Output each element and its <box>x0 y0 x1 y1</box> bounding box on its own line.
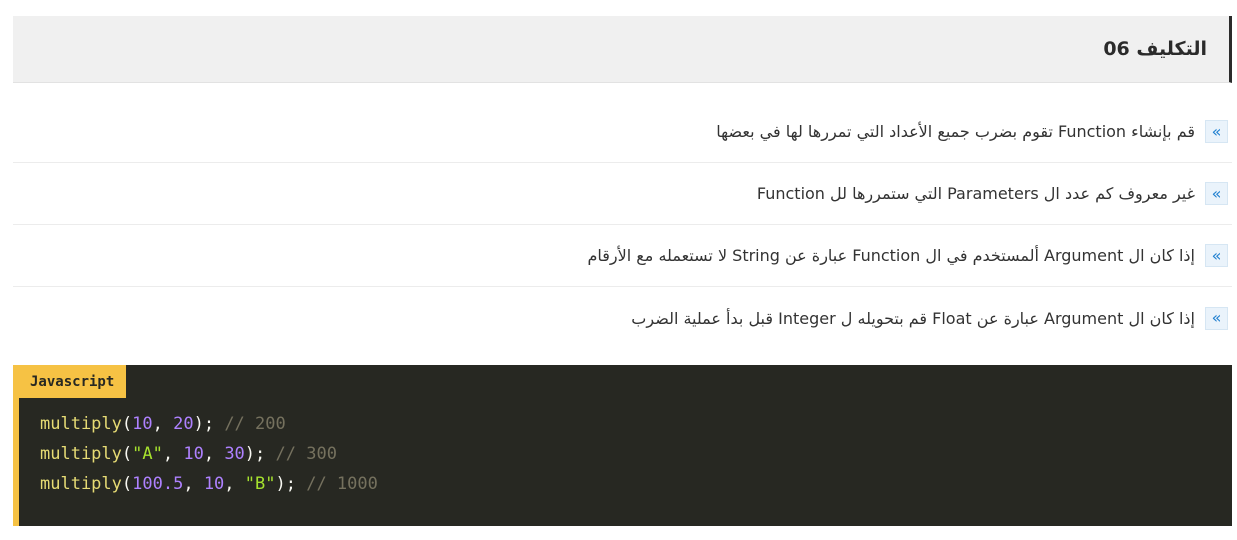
task-text: غير معروف كم عدد ال Parameters التي ستمر… <box>756 184 1195 203</box>
double-chevron-right-icon: » <box>1205 306 1228 330</box>
double-chevron-right-icon: » <box>1205 120 1228 143</box>
code-token-punctuation: ); <box>275 474 307 494</box>
code-token-punctuation: ); <box>193 414 225 434</box>
task-item: » إذا كان ال Argument عبارة عن Float قم … <box>13 287 1232 349</box>
code-content[interactable]: multiply(10, 20); // 200 multiply("A", 10… <box>40 409 378 499</box>
code-token-number-literal: 100.5 <box>132 474 184 494</box>
task-item: » قم بإنشاء Function تقوم بضرب جميع الأع… <box>13 101 1232 163</box>
code-token-number-literal: 20 <box>173 414 194 434</box>
code-token-punctuation: , <box>203 444 225 464</box>
code-token-punctuation: , <box>152 414 174 434</box>
code-token-comment: // 1000 <box>306 474 378 494</box>
code-token-function-name: multiply <box>40 414 122 434</box>
double-chevron-right-icon: » <box>1205 182 1228 205</box>
page: التكليف 06 » قم بإنشاء Function تقوم بضر… <box>0 0 1237 540</box>
code-token-punctuation: ( <box>121 444 133 464</box>
code-line: multiply(100.5, 10, "B"); // 1000 <box>40 469 378 499</box>
code-line: multiply("A", 10, 30); // 300 <box>40 439 378 469</box>
code-token-punctuation: ( <box>121 474 133 494</box>
language-label: Javascript <box>19 365 127 398</box>
code-token-string-literal: "A" <box>132 444 163 464</box>
task-text: قم بإنشاء Function تقوم بضرب جميع الأعدا… <box>716 122 1195 141</box>
code-token-comment: // 200 <box>224 414 286 434</box>
code-token-number-literal: 10 <box>183 444 204 464</box>
code-block[interactable]: Javascript multiply(10, 20); // 200 multi… <box>13 365 1232 526</box>
code-token-number-literal: 30 <box>224 444 245 464</box>
code-token-comment: // 300 <box>275 444 337 464</box>
code-token-function-name: multiply <box>40 474 122 494</box>
code-token-punctuation: ); <box>244 444 276 464</box>
task-text: إذا كان ال Argument عبارة عن Float قم بت… <box>631 308 1195 328</box>
code-token-string-literal: "B" <box>244 474 276 494</box>
code-token-punctuation: , <box>162 444 184 464</box>
task-list: » قم بإنشاء Function تقوم بضرب جميع الأع… <box>13 101 1232 349</box>
task-item: » إذا كان ال Argument ألمستخدم في ال Fun… <box>13 225 1232 287</box>
assignment-title: التكليف 06 <box>1103 38 1207 60</box>
code-token-punctuation: ( <box>121 414 133 434</box>
code-token-number-literal: 10 <box>203 474 225 494</box>
task-item: » غير معروف كم عدد ال Parameters التي ست… <box>13 163 1232 225</box>
task-text: إذا كان ال Argument ألمستخدم في ال Funct… <box>587 246 1195 265</box>
assignment-header: التكليف 06 <box>13 16 1232 83</box>
code-line: multiply(10, 20); // 200 <box>40 409 378 439</box>
code-token-function-name: multiply <box>40 444 122 464</box>
code-token-number-literal: 10 <box>132 414 153 434</box>
code-token-punctuation: , <box>183 474 204 494</box>
double-chevron-right-icon: » <box>1205 244 1228 267</box>
code-token-punctuation: , <box>224 474 245 494</box>
